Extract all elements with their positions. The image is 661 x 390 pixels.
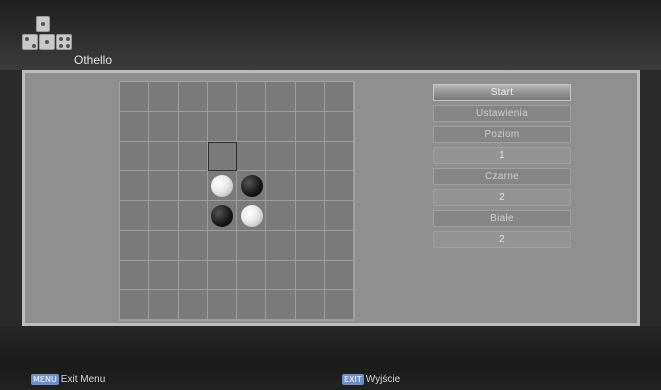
menu-key-badge: MENU [31,374,59,385]
board-cell[interactable] [324,260,354,291]
board-cell[interactable] [266,82,296,112]
board-cell[interactable] [178,171,208,201]
board-cell[interactable] [120,171,150,201]
board-cell[interactable] [266,111,296,142]
board-cell[interactable] [207,82,237,112]
board-cell[interactable] [237,141,267,172]
board-cell[interactable] [237,290,267,320]
board-cell[interactable] [178,82,208,112]
menu-hint[interactable]: MENU Exit Menu [31,374,105,385]
board-cell[interactable] [324,111,354,142]
board-cell[interactable] [207,111,237,142]
black-score-value: 2 [433,189,571,206]
board-cell[interactable] [120,230,150,261]
board-cell[interactable] [237,260,267,291]
board-cell[interactable] [295,82,325,112]
board-cell[interactable] [207,260,237,291]
board-cell[interactable] [149,111,179,142]
board-cell[interactable] [324,201,354,231]
board-cell[interactable] [266,171,296,201]
board-cell[interactable] [295,290,325,320]
white-score-value: 2 [433,231,571,248]
board-cell[interactable] [120,111,150,142]
board-cursor [207,141,237,172]
board-cell[interactable] [120,201,150,231]
board-cell[interactable] [295,111,325,142]
settings-button[interactable]: Ustawienia [433,105,571,122]
board-cell[interactable] [149,141,179,172]
board-cell[interactable] [266,141,296,172]
board-cell[interactable] [207,230,237,261]
board-cell[interactable] [149,260,179,291]
game-panel: Start Ustawienia Poziom 1 Czarne 2 Białe… [22,70,640,326]
board-cell[interactable] [295,260,325,291]
board-cell[interactable] [120,260,150,291]
board-cell[interactable] [120,141,150,172]
exit-key-badge: EXIT [342,374,364,385]
header-bar: Othello [0,0,661,70]
exit-hint[interactable]: EXIT Wyjście [342,374,400,385]
board-cell[interactable] [237,82,267,112]
white-score-label: Białe [433,210,571,227]
board-cell[interactable] [237,111,267,142]
board-cell[interactable] [120,82,150,112]
board-cell[interactable] [237,230,267,261]
level-label: Poziom [433,126,571,143]
board-cell[interactable] [178,201,208,231]
board-cell[interactable] [178,230,208,261]
board-cell[interactable] [178,290,208,320]
black-disc [240,175,263,198]
board-cell[interactable] [149,201,179,231]
start-button[interactable]: Start [433,84,571,101]
board-cell[interactable] [295,201,325,231]
board-cell[interactable] [266,230,296,261]
white-disc [240,204,263,227]
board-cell[interactable] [324,290,354,320]
exit-hint-label: Wyjście [365,374,401,385]
board-cell[interactable] [149,171,179,201]
footer-bar: MENU Exit Menu EXIT Wyjście [0,326,661,390]
board-cell[interactable] [149,290,179,320]
board-cell[interactable] [207,290,237,320]
board-cell[interactable] [295,171,325,201]
board-cell[interactable] [266,260,296,291]
board-cell[interactable] [178,260,208,291]
dice-icon [22,16,74,70]
board-cell[interactable] [324,82,354,112]
board-cell[interactable] [149,82,179,112]
board-cell[interactable] [120,290,150,320]
board-cell[interactable] [149,230,179,261]
board-cell[interactable] [295,230,325,261]
board-cell[interactable] [324,171,354,201]
board-cell[interactable] [266,290,296,320]
board-cell[interactable] [178,111,208,142]
board-cell[interactable] [266,201,296,231]
black-score-label: Czarne [433,168,571,185]
board-cell[interactable] [178,141,208,172]
board-cell[interactable] [324,141,354,172]
game-menu: Start Ustawienia Poziom 1 Czarne 2 Białe… [433,84,571,252]
othello-board[interactable] [119,81,355,321]
app-title: Othello [74,53,113,67]
level-value[interactable]: 1 [433,147,571,164]
menu-hint-label: Exit Menu [60,374,106,385]
board-cell[interactable] [324,230,354,261]
board-cell[interactable] [295,141,325,172]
